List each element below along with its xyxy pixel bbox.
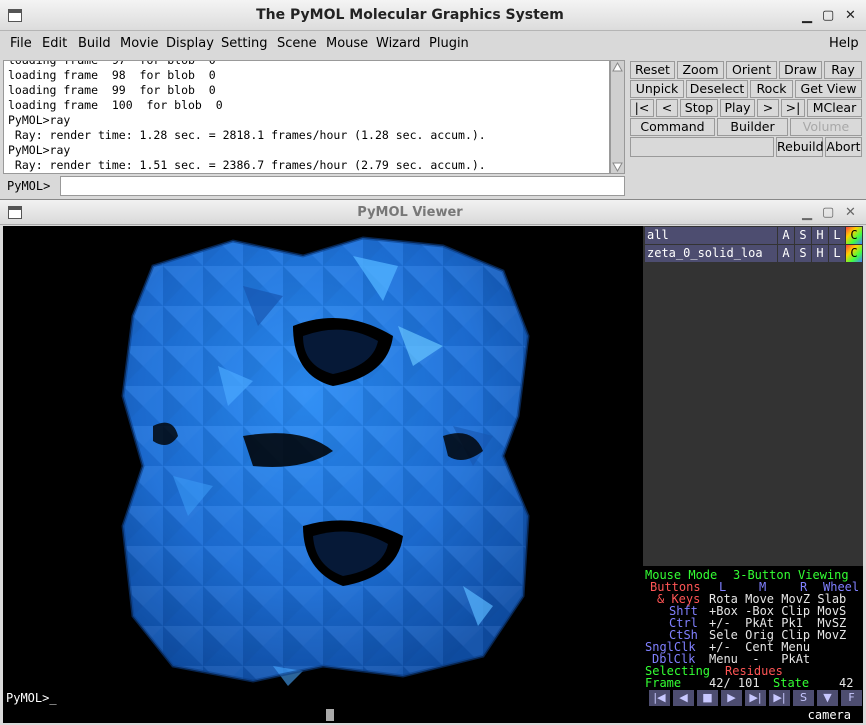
molecular-surface-render: [121, 236, 530, 686]
abort-button[interactable]: Abort: [825, 137, 862, 157]
output-log[interactable]: loading frame 97 for blob 0 loading fram…: [3, 60, 610, 174]
log-line: Ray: render time: 1.28 sec. = 2818.1 fra…: [8, 128, 486, 142]
log-scrollbar[interactable]: [610, 60, 625, 174]
label-button[interactable]: L: [829, 227, 845, 244]
menu-display[interactable]: Display: [166, 36, 214, 51]
mclear-button[interactable]: MClear: [807, 99, 862, 117]
menu-setting[interactable]: Setting: [221, 36, 268, 51]
rock-button[interactable]: Rock: [750, 80, 793, 98]
close-icon[interactable]: ✕: [845, 9, 856, 23]
hide-button[interactable]: H: [812, 245, 828, 262]
label-button[interactable]: L: [829, 245, 845, 262]
log-line: loading frame 97 for blob 0: [8, 60, 216, 67]
movie-end-icon[interactable]: ▶|: [769, 690, 790, 706]
menu-mouse[interactable]: Mouse: [326, 36, 368, 51]
log-line: PyMOL>ray: [8, 113, 71, 127]
movie-menu-icon[interactable]: ▼: [817, 690, 838, 706]
log-line: loading frame 100 for blob 0: [8, 98, 223, 112]
minimize-icon[interactable]: ▁: [802, 10, 812, 24]
camera-label: camera: [807, 708, 851, 722]
movie-full-button[interactable]: F: [841, 690, 862, 706]
log-line: loading frame 99 for blob 0: [8, 83, 216, 97]
menu-file[interactable]: File: [10, 36, 32, 51]
command-prompt-label: PyMOL>: [7, 179, 51, 193]
zoom-button[interactable]: Zoom: [677, 61, 724, 79]
ray-button[interactable]: Ray: [824, 61, 862, 79]
state-value: 42: [839, 676, 854, 690]
back-button[interactable]: <: [656, 99, 678, 117]
orient-button[interactable]: Orient: [726, 61, 777, 79]
object-name[interactable]: all: [645, 227, 777, 244]
timeline-bar[interactable]: [3, 707, 863, 723]
movie-stop-icon[interactable]: ■: [697, 690, 718, 706]
3d-viewport[interactable]: [3, 226, 643, 689]
object-row-zeta[interactable]: zeta_0_solid_loa A S H L C: [643, 245, 863, 262]
menu-scene[interactable]: Scene: [277, 36, 317, 51]
frame-value: 42/ 101: [709, 676, 760, 690]
mouse-mode-panel[interactable]: Mouse Mode 3-Button Viewing Buttons L M …: [643, 566, 863, 690]
play-button[interactable]: Play: [720, 99, 755, 117]
forward-button[interactable]: >: [757, 99, 779, 117]
menu-build[interactable]: Build: [78, 36, 111, 51]
volume-button[interactable]: Volume: [790, 118, 862, 136]
log-line: loading frame 98 for blob 0: [8, 68, 216, 82]
show-button[interactable]: S: [795, 227, 811, 244]
command-button[interactable]: Command: [630, 118, 715, 136]
movie-controls: |◀ ◀ ■ ▶ ▶| ▶| S ▼ F: [643, 689, 863, 707]
command-input[interactable]: [60, 176, 625, 196]
object-panel: all A S H L C zeta_0_solid_loa A S H L C: [643, 226, 863, 566]
color-button[interactable]: C: [846, 245, 862, 262]
log-line: Ray: render time: 1.51 sec. = 2386.7 fra…: [8, 158, 486, 172]
menu-wizard[interactable]: Wizard: [376, 36, 420, 51]
color-button[interactable]: C: [846, 227, 862, 244]
unpick-button[interactable]: Unpick: [630, 80, 684, 98]
state-label: State: [773, 676, 810, 690]
movie-rewind-icon[interactable]: |◀: [649, 690, 670, 706]
viewer-close-icon[interactable]: ✕: [845, 206, 856, 220]
main-titlebar[interactable]: The PyMOL Molecular Graphics System ▁ ▢ …: [0, 0, 866, 31]
scrollbar-arrows-icon: [612, 61, 623, 173]
show-button[interactable]: S: [795, 245, 811, 262]
frame-label: Frame: [645, 676, 682, 690]
viewer-maximize-icon[interactable]: ▢: [822, 206, 834, 220]
draw-button[interactable]: Draw: [779, 61, 822, 79]
deselect-button[interactable]: Deselect: [686, 80, 748, 98]
object-row-all[interactable]: all A S H L C: [643, 227, 863, 244]
maximize-icon[interactable]: ▢: [822, 9, 834, 23]
end-button[interactable]: >|: [781, 99, 805, 117]
app-title: The PyMOL Molecular Graphics System: [256, 7, 564, 23]
object-name[interactable]: zeta_0_solid_loa: [645, 245, 777, 262]
rewind-button[interactable]: |<: [630, 99, 654, 117]
stop-button[interactable]: Stop: [680, 99, 718, 117]
viewer-title: PyMOL Viewer: [357, 205, 463, 220]
main-window: The PyMOL Molecular Graphics System ▁ ▢ …: [0, 0, 866, 200]
viewer-command-line[interactable]: PyMOL>_: [3, 689, 643, 707]
builder-button[interactable]: Builder: [717, 118, 788, 136]
external-gui-field[interactable]: [630, 137, 774, 157]
movie-forward-icon[interactable]: ▶|: [745, 690, 766, 706]
action-button[interactable]: A: [778, 227, 794, 244]
viewer-titlebar[interactable]: PyMOL Viewer ▁ ▢ ✕: [0, 200, 866, 225]
menu-edit[interactable]: Edit: [42, 36, 67, 51]
menu-help[interactable]: Help: [829, 36, 859, 51]
reset-button[interactable]: Reset: [630, 61, 675, 79]
menu-plugin[interactable]: Plugin: [429, 36, 469, 51]
timeline-slider-handle[interactable]: [326, 709, 334, 721]
rebuild-button[interactable]: Rebuild: [776, 137, 824, 157]
movie-back-icon[interactable]: ◀: [673, 690, 694, 706]
viewer-minimize-icon[interactable]: ▁: [802, 207, 812, 221]
get-view-button[interactable]: Get View: [795, 80, 862, 98]
movie-scene-button[interactable]: S: [793, 690, 814, 706]
hide-button[interactable]: H: [812, 227, 828, 244]
action-button[interactable]: A: [778, 245, 794, 262]
menu-movie[interactable]: Movie: [120, 36, 158, 51]
movie-play-icon[interactable]: ▶: [721, 690, 742, 706]
menubar: File Edit Build Movie Display Setting Sc…: [0, 31, 866, 57]
log-line: PyMOL>ray: [8, 143, 71, 157]
